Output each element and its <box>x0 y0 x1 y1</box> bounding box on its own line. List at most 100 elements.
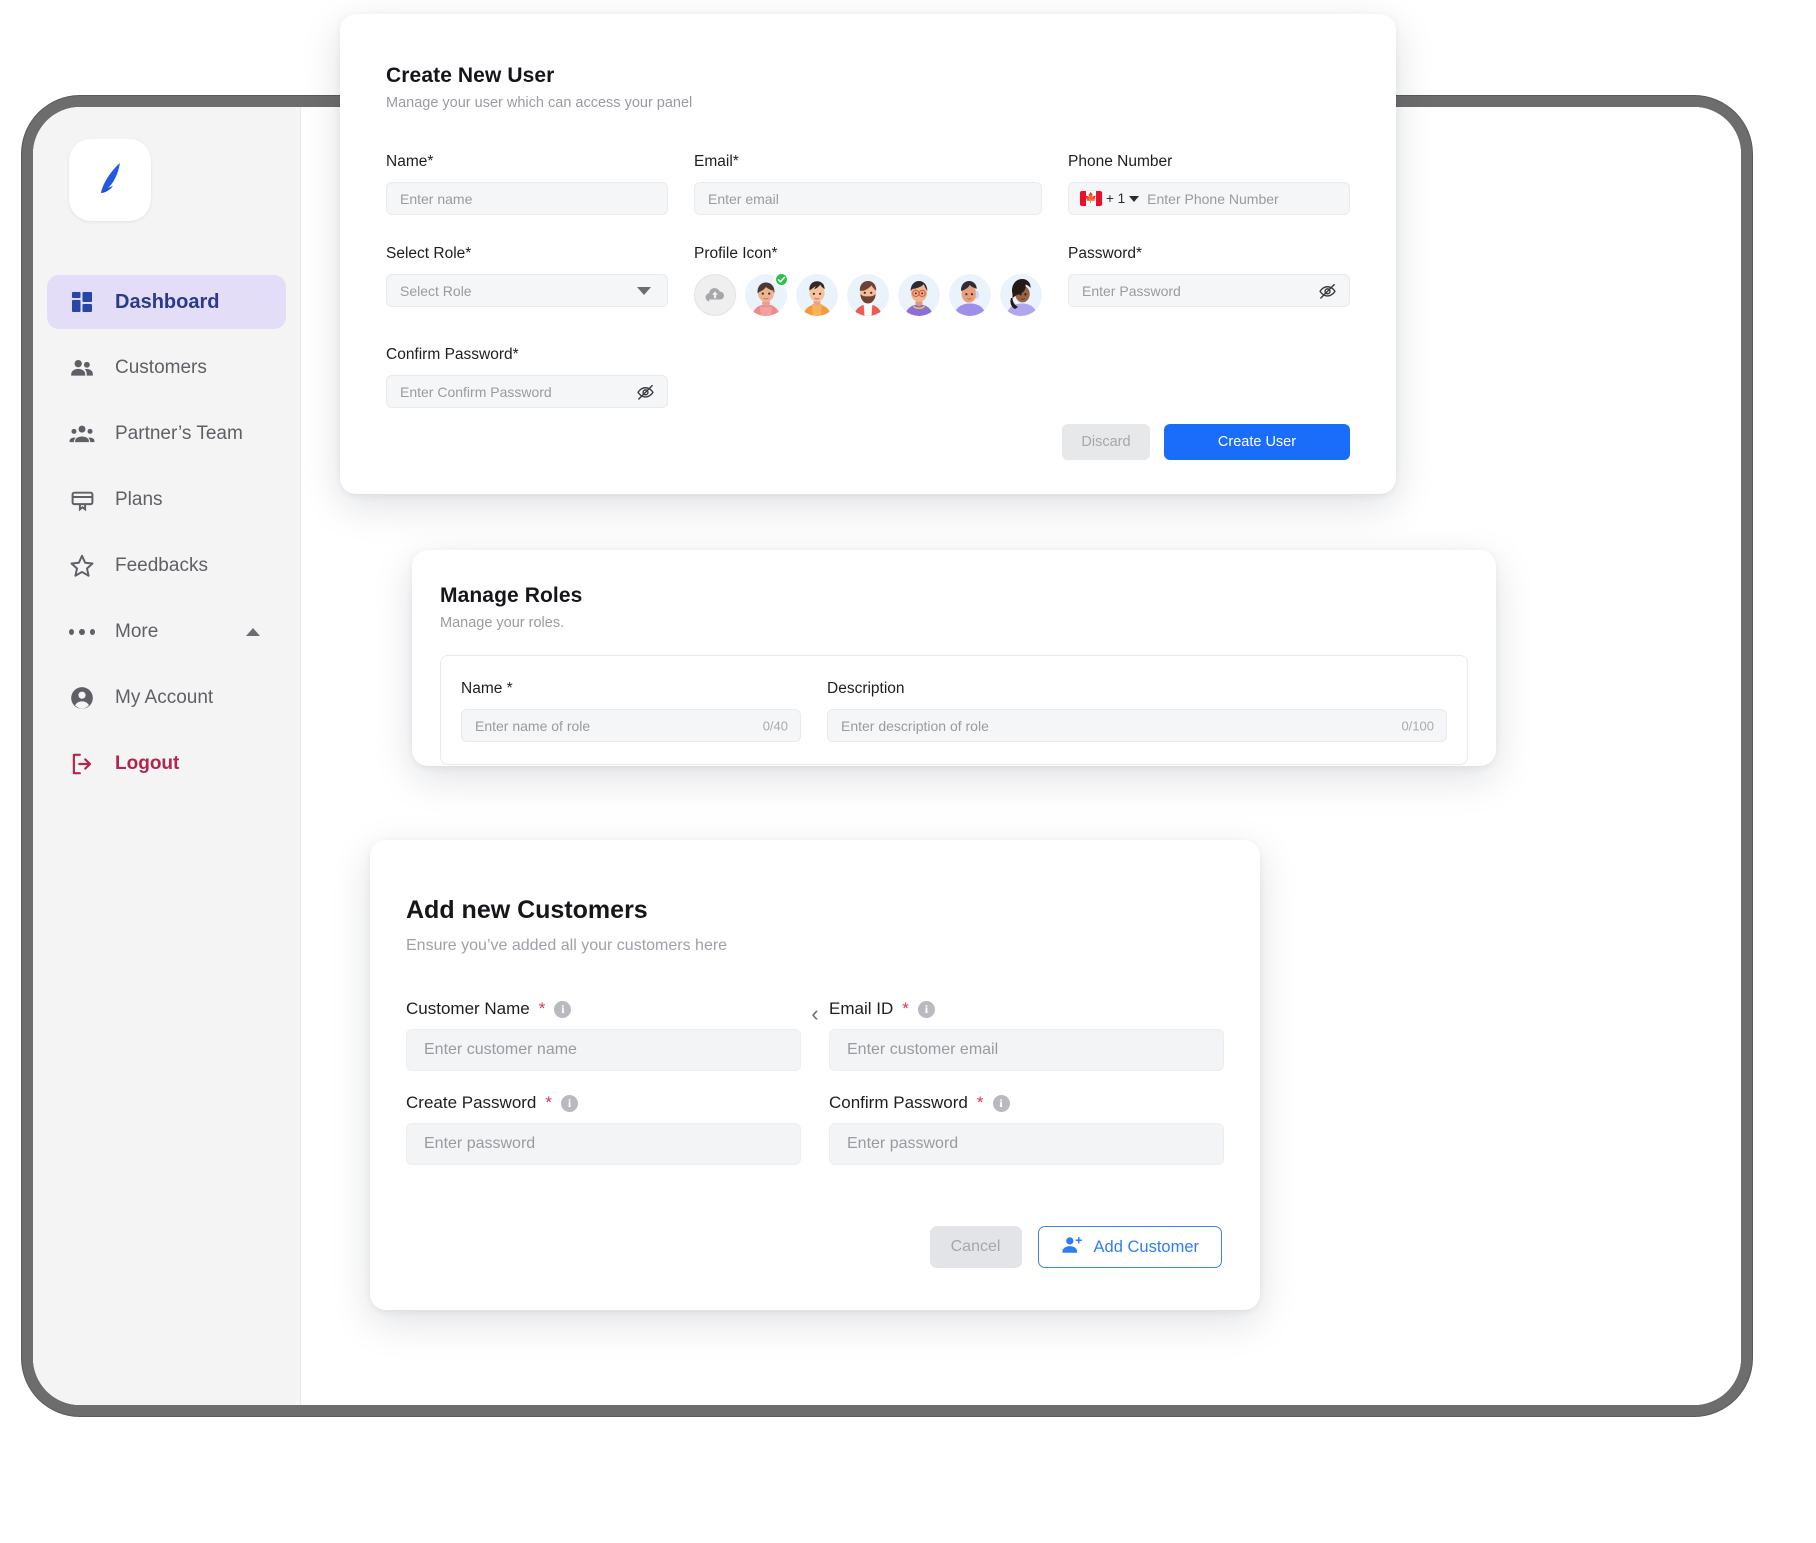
role-placeholder: Select Role <box>400 282 472 299</box>
avatar-selected-check-icon <box>774 272 789 287</box>
required-asterisk: * <box>902 999 909 1018</box>
customer-name-placeholder: Enter customer name <box>424 1041 577 1058</box>
field-confirm-password: Confirm Password* Enter Confirm Password <box>386 346 668 408</box>
sidebar-item-customers[interactable]: Customers <box>47 341 286 395</box>
dashboard-grid-icon <box>69 289 95 315</box>
add-new-customers-card: Add new Customers Ensure you’ve added al… <box>370 840 1260 1310</box>
country-code-selector[interactable]: 🍁 + 1 <box>1069 183 1147 214</box>
sidebar-item-logout[interactable]: Logout <box>47 737 286 791</box>
avatar-person-icon <box>796 274 838 316</box>
sidebar-item-label: More <box>115 621 159 642</box>
email-input[interactable]: Enter email <box>694 182 1042 215</box>
required-asterisk: * <box>538 999 546 1018</box>
add-customers-title: Add new Customers <box>406 896 648 924</box>
field-email: Email* Enter email <box>694 153 1042 215</box>
manage-roles-title: Manage Roles <box>440 584 583 607</box>
info-icon[interactable]: i <box>554 1000 572 1018</box>
info-icon[interactable]: i <box>917 1000 935 1018</box>
avatar-option-1[interactable] <box>745 272 789 316</box>
email-placeholder: Enter email <box>708 190 779 207</box>
sidebar-item-more[interactable]: More <box>47 605 286 659</box>
sidebar-item-feedbacks[interactable]: Feedbacks <box>47 539 286 593</box>
role-description-counter: 0/100 <box>1401 718 1434 733</box>
account-circle-icon <box>69 685 95 711</box>
sidebar-item-dashboard[interactable]: Dashboard <box>47 275 286 329</box>
customer-name-input[interactable]: Enter customer name <box>406 1029 801 1071</box>
phone-input[interactable]: 🍁 + 1 Enter Phone Number <box>1068 182 1350 215</box>
confirm-password-placeholder: Enter Confirm Password <box>400 383 552 400</box>
page-title: Create New User <box>386 64 555 87</box>
field-profile-icon: Profile Icon* <box>694 245 1042 316</box>
eye-off-icon[interactable] <box>1318 281 1337 300</box>
role-name-input[interactable]: Enter name of role 0/40 <box>461 709 801 742</box>
add-customer-button[interactable]: Add Customer <box>1037 1226 1222 1268</box>
page-subtitle: Manage your user which can access your p… <box>386 95 693 111</box>
group-icon <box>69 421 95 447</box>
screenshot-root: Dashboard Customers Partner’s Team Plans… <box>0 0 1816 1543</box>
eye-off-icon[interactable] <box>636 382 655 401</box>
required-asterisk: * <box>545 1093 553 1112</box>
avatar-option-2[interactable] <box>796 274 838 316</box>
role-select[interactable]: Select Role <box>386 274 668 307</box>
avatar-option-4[interactable] <box>898 274 940 316</box>
email-id-placeholder: Enter customer email <box>847 1041 999 1058</box>
customer-name-label: Customer Name <box>406 999 530 1018</box>
field-email-id: Email ID * i Enter customer email <box>829 999 1224 1071</box>
manage-roles-card: Manage Roles Manage your roles. Name * E… <box>412 550 1496 766</box>
chevron-up-icon <box>246 628 260 636</box>
sidebar-item-label: Feedbacks <box>115 555 208 576</box>
create-password-input[interactable]: Enter password <box>406 1123 801 1165</box>
name-placeholder: Enter name <box>400 190 473 207</box>
bird-logo-icon <box>87 155 133 206</box>
email-id-input[interactable]: Enter customer email <box>829 1029 1224 1071</box>
sidebar-item-label: My Account <box>115 687 214 708</box>
star-icon <box>69 553 95 579</box>
sidebar-item-my-account[interactable]: My Account <box>47 671 286 725</box>
add-customers-subtitle: Ensure you’ve added all your customers h… <box>406 937 728 954</box>
create-password-placeholder: Enter password <box>424 1135 536 1152</box>
role-description-label: Description <box>827 680 905 697</box>
chevron-down-icon <box>637 286 651 295</box>
avatar-option-3[interactable] <box>847 274 889 316</box>
create-user-button[interactable]: Create User <box>1164 424 1350 460</box>
avatar-option-6[interactable] <box>1000 274 1042 316</box>
logout-icon <box>69 751 95 777</box>
role-name-placeholder: Enter name of role <box>475 717 591 734</box>
sidebar-item-plans[interactable]: Plans <box>47 473 286 527</box>
confirm-password-input[interactable]: Enter Confirm Password <box>386 375 668 408</box>
chevron-down-icon <box>1129 195 1140 202</box>
chevron-left-icon[interactable]: ‹ <box>811 1003 818 1025</box>
avatar-person-icon <box>898 274 940 316</box>
card-plan-icon <box>69 487 95 513</box>
avatar-picker <box>694 272 1042 316</box>
field-confirm-password-customer: Confirm Password * i Enter password <box>829 1093 1224 1165</box>
people-icon <box>69 355 95 381</box>
info-icon[interactable]: i <box>992 1094 1010 1112</box>
role-name-counter: 0/40 <box>762 718 788 733</box>
password-input[interactable]: Enter Password <box>1068 274 1350 307</box>
info-icon[interactable]: i <box>561 1094 579 1112</box>
role-description-placeholder: Enter description of role <box>841 717 989 734</box>
add-customers-actions: Cancel Add Customer <box>929 1226 1222 1268</box>
field-role: Select Role* Select Role <box>386 245 668 316</box>
discard-button[interactable]: Discard <box>1062 424 1150 460</box>
confirm-password-input[interactable]: Enter password <box>829 1123 1224 1165</box>
manage-roles-subtitle: Manage your roles. <box>440 615 565 631</box>
password-label: Password* <box>1068 245 1143 262</box>
confirm-password-label: Confirm Password <box>829 1093 968 1112</box>
name-input[interactable]: Enter name <box>386 182 668 215</box>
field-role-description: Description Enter description of role 0/… <box>827 680 1447 742</box>
field-role-name: Name * Enter name of role 0/40 <box>461 680 801 742</box>
sidebar-nav: Dashboard Customers Partner’s Team Plans… <box>33 275 300 791</box>
sidebar-item-partners-team[interactable]: Partner’s Team <box>47 407 286 461</box>
create-password-label: Create Password <box>406 1093 537 1112</box>
avatar-upload-button[interactable] <box>694 274 736 316</box>
cancel-button[interactable]: Cancel <box>929 1226 1022 1268</box>
avatar-option-5[interactable] <box>949 274 991 316</box>
role-label: Select Role* <box>386 245 472 262</box>
sidebar-item-label: Customers <box>115 357 207 378</box>
profile-icon-label: Profile Icon* <box>694 245 778 262</box>
field-phone: Phone Number 🍁 + 1 Enter Phone Number <box>1068 153 1350 215</box>
role-description-input[interactable]: Enter description of role 0/100 <box>827 709 1447 742</box>
sidebar: Dashboard Customers Partner’s Team Plans… <box>33 107 301 1405</box>
